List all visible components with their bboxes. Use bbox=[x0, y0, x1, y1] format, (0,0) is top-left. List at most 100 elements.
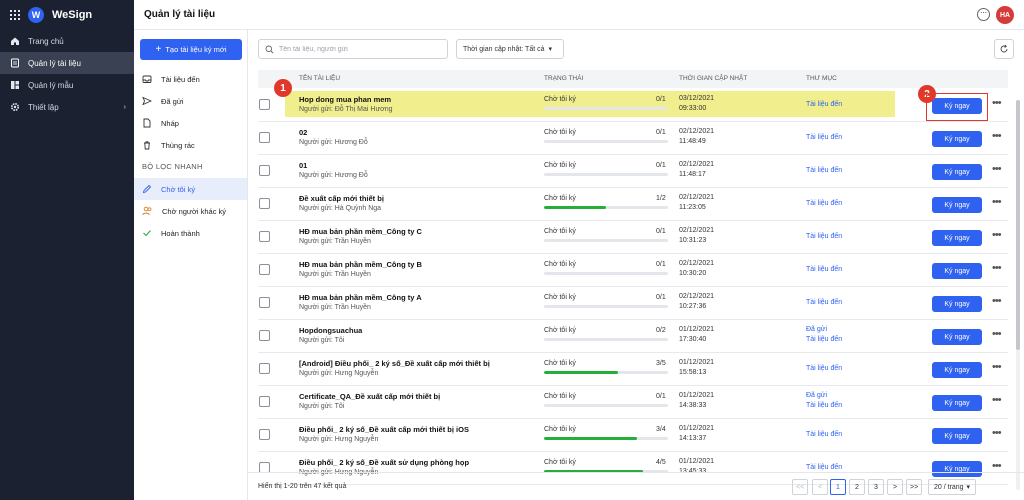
row-checkbox[interactable] bbox=[259, 363, 270, 374]
folder-link[interactable]: Tài liệu đến bbox=[806, 101, 842, 108]
row-checkbox[interactable] bbox=[259, 297, 270, 308]
document-name[interactable]: Điều phối_ 2 ký số_Đề xuất cấp mới thiết… bbox=[299, 425, 469, 434]
refresh-button[interactable] bbox=[994, 39, 1014, 59]
page-size-select[interactable]: 20 / trang ▾ bbox=[928, 479, 976, 495]
filter-awaiting-others[interactable]: Chờ người khác ký bbox=[134, 200, 247, 222]
page-button-3[interactable]: 3 bbox=[868, 479, 884, 495]
scrollbar-thumb[interactable] bbox=[1016, 100, 1020, 350]
column-header-updated[interactable]: THỜI GIAN CẬP NHẬT bbox=[679, 75, 747, 82]
folder-link[interactable]: Tài liệu đến bbox=[806, 266, 842, 273]
table-row[interactable]: Đề xuất cấp mới thiết bị Người gửi: Hà Qu… bbox=[258, 188, 1008, 221]
document-name[interactable]: Certificate_QA_Đề xuất cấp mới thiết bị bbox=[299, 392, 440, 401]
folder-sent[interactable]: Đã gửi bbox=[134, 90, 247, 112]
document-name[interactable]: 02 bbox=[299, 128, 307, 137]
document-name[interactable]: Hop dong mua phan mem bbox=[299, 95, 391, 104]
document-name[interactable]: 01 bbox=[299, 161, 307, 170]
more-options-icon[interactable]: ⋯ bbox=[977, 8, 990, 21]
row-checkbox[interactable] bbox=[259, 99, 270, 110]
row-more-icon[interactable]: ••• bbox=[992, 329, 1002, 340]
folder-link[interactable]: Tài liệu đến bbox=[806, 167, 842, 174]
table-row[interactable]: HĐ mua bản phần mềm_Công ty A Người gửi: … bbox=[258, 287, 1008, 320]
row-more-icon[interactable]: ••• bbox=[992, 230, 1002, 241]
next-page-button[interactable]: > bbox=[887, 479, 903, 495]
folder-link[interactable]: Tài liệu đến bbox=[806, 233, 842, 240]
nav-item-settings[interactable]: Thiết lập › bbox=[0, 96, 134, 118]
nav-item-documents[interactable]: Quản lý tài liệu bbox=[0, 52, 134, 74]
apps-grid-icon[interactable] bbox=[10, 10, 20, 20]
table-row[interactable]: 02 Người gửi: Hương Đỗ Chờ tôi ký 0/1 02/12/… bbox=[258, 122, 1008, 155]
folder-trash[interactable]: Thùng rác bbox=[134, 134, 247, 156]
table-row[interactable]: HĐ mua bản phần mềm_Công ty C Người gửi: … bbox=[258, 221, 1008, 254]
table-row[interactable]: Điều phối_ 2 ký số_Đề xuất cấp mới thiết… bbox=[258, 419, 1008, 452]
create-document-button[interactable]: + Tạo tài liệu ký mới bbox=[140, 39, 242, 60]
folder-drafts[interactable]: Nháp bbox=[134, 112, 247, 134]
sign-now-button[interactable]: Ký ngay bbox=[932, 230, 982, 246]
row-more-icon[interactable]: ••• bbox=[992, 263, 1002, 274]
table-row[interactable]: HĐ mua bản phần mềm_Công ty B Người gửi: … bbox=[258, 254, 1008, 287]
folder-link[interactable]: Tài liệu đến bbox=[806, 336, 842, 343]
document-name[interactable]: Hopdongsuachua bbox=[299, 326, 362, 335]
search-input[interactable] bbox=[279, 45, 439, 53]
sign-now-button[interactable]: Ký ngay bbox=[932, 131, 982, 147]
table-row[interactable]: [Android] Điều phối_ 2 ký số_Đề xuất cấp… bbox=[258, 353, 1008, 386]
sign-now-button[interactable]: Ký ngay bbox=[932, 164, 982, 180]
filter-completed[interactable]: Hoàn thành bbox=[134, 222, 247, 244]
folder-link[interactable]: Tài liệu đến bbox=[806, 365, 842, 372]
folder-link[interactable]: Tài liệu đến bbox=[806, 402, 842, 409]
row-checkbox[interactable] bbox=[259, 165, 270, 176]
row-more-icon[interactable]: ••• bbox=[992, 461, 1002, 472]
folder-link[interactable]: Tài liệu đến bbox=[806, 431, 842, 438]
first-page-button[interactable]: << bbox=[792, 479, 809, 495]
row-more-icon[interactable]: ••• bbox=[992, 164, 1002, 175]
row-checkbox[interactable] bbox=[259, 429, 270, 440]
table-row[interactable]: Hop dong mua phan mem Người gửi: Đỗ Thị M… bbox=[258, 89, 1008, 122]
folder-link[interactable]: Đã gửi bbox=[806, 392, 827, 399]
sign-now-button[interactable]: Ký ngay bbox=[932, 197, 982, 213]
row-more-icon[interactable]: ••• bbox=[992, 428, 1002, 439]
row-checkbox[interactable] bbox=[259, 264, 270, 275]
document-name[interactable]: [Android] Điều phối_ 2 ký số_Đề xuất cấp… bbox=[299, 359, 490, 368]
sign-now-button[interactable]: Ký ngay bbox=[932, 428, 982, 444]
table-row[interactable]: Hopdongsuachua Người gửi: Tôi Chờ tôi ký 0/… bbox=[258, 320, 1008, 353]
row-more-icon[interactable]: ••• bbox=[992, 395, 1002, 406]
row-checkbox[interactable] bbox=[259, 330, 270, 341]
nav-item-templates[interactable]: Quản lý mẫu bbox=[0, 74, 134, 96]
folder-link[interactable]: Tài liệu đến bbox=[806, 464, 842, 471]
table-row[interactable]: Certificate_QA_Đề xuất cấp mới thiết bị N… bbox=[258, 386, 1008, 419]
column-header-status[interactable]: TRẠNG THÁI bbox=[544, 75, 583, 82]
sign-now-button[interactable]: Ký ngay bbox=[932, 362, 982, 378]
search-box[interactable] bbox=[258, 39, 448, 59]
sign-now-button[interactable]: Ký ngay bbox=[932, 329, 982, 345]
folder-link[interactable]: Tài liệu đến bbox=[806, 299, 842, 306]
document-name[interactable]: HĐ mua bản phần mềm_Công ty A bbox=[299, 293, 422, 302]
document-name[interactable]: HĐ mua bản phần mềm_Công ty B bbox=[299, 260, 422, 269]
document-name[interactable]: HĐ mua bản phần mềm_Công ty C bbox=[299, 227, 422, 236]
filter-awaiting-me[interactable]: Chờ tôi ký bbox=[134, 178, 247, 200]
folder-inbox[interactable]: Tài liệu đến bbox=[134, 68, 247, 90]
row-more-icon[interactable]: ••• bbox=[992, 197, 1002, 208]
folder-link[interactable]: Đã gửi bbox=[806, 326, 827, 333]
prev-page-button[interactable]: < bbox=[812, 479, 828, 495]
row-more-icon[interactable]: ••• bbox=[992, 131, 1002, 142]
folder-link[interactable]: Tài liệu đến bbox=[806, 200, 842, 207]
row-more-icon[interactable]: ••• bbox=[992, 296, 1002, 307]
sign-now-button[interactable]: Ký ngay bbox=[932, 395, 982, 411]
column-header-folder[interactable]: THƯ MỤC bbox=[806, 75, 837, 82]
table-row[interactable]: 01 Người gửi: Hương Đỗ Chờ tôi ký 0/1 02/12/… bbox=[258, 155, 1008, 188]
row-checkbox[interactable] bbox=[259, 231, 270, 242]
document-name[interactable]: Đề xuất cấp mới thiết bị bbox=[299, 194, 384, 203]
row-checkbox[interactable] bbox=[259, 396, 270, 407]
time-filter-select[interactable]: Thời gian cập nhật: Tất cả ▾ bbox=[456, 39, 564, 59]
document-name[interactable]: Điều phối_ 2 ký số_Đề xuất sử dụng phòng… bbox=[299, 458, 469, 467]
row-checkbox[interactable] bbox=[259, 132, 270, 143]
nav-item-home[interactable]: Trang chủ bbox=[0, 30, 134, 52]
row-checkbox[interactable] bbox=[259, 198, 270, 209]
avatar[interactable]: HA bbox=[996, 6, 1014, 24]
sign-now-button[interactable]: Ký ngay bbox=[932, 263, 982, 279]
row-more-icon[interactable]: ••• bbox=[992, 98, 1002, 109]
sign-now-button[interactable]: Ký ngay bbox=[932, 296, 982, 312]
page-button-2[interactable]: 2 bbox=[849, 479, 865, 495]
row-more-icon[interactable]: ••• bbox=[992, 362, 1002, 373]
last-page-button[interactable]: >> bbox=[906, 479, 923, 495]
page-button-1[interactable]: 1 bbox=[830, 479, 846, 495]
